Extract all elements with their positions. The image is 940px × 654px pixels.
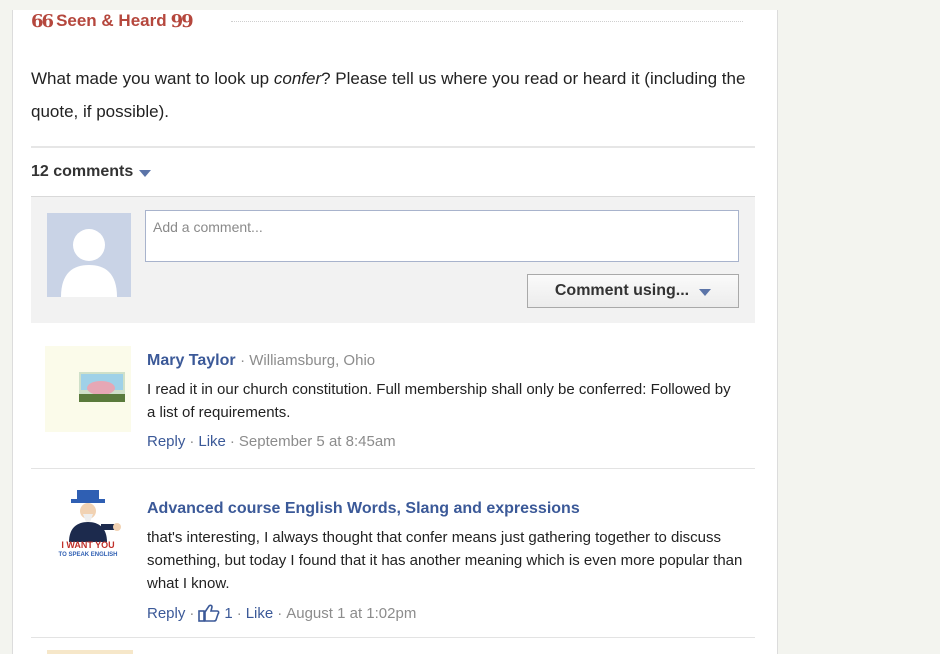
avatar-caption-bottom: TO SPEAK ENGLISH [58,552,118,558]
comments-count-label: 12 comments [31,163,134,180]
avatar [45,346,131,432]
divider [31,637,755,638]
comment-timestamp: August 1 at 1:02pm [286,604,417,622]
divider [31,146,755,148]
chevron-down-icon [699,288,712,296]
close-quote-icon: 99 [170,10,194,32]
comment-input[interactable] [145,210,739,262]
comment-location: Williamsburg, Ohio [249,352,376,369]
avatar: I WANT YOU TO SPEAK ENGLISH [45,484,131,570]
heading-divider [231,21,743,22]
comment-meta: Reply · 1 · Like · August 1 at 1:02pm [147,604,417,622]
comments-panel: 66 Seen & Heard 99 What made you want to… [12,10,778,654]
prompt-word: confer [273,69,322,88]
reply-link[interactable]: Reply [147,605,185,622]
comment-body: Advanced course English Words, Slang and… [147,500,743,622]
comment-timestamp: September 5 at 8:45am [238,433,396,450]
like-link[interactable]: Like [246,605,274,622]
comments-sort-toggle[interactable]: 12 comments [31,163,152,181]
comment-composer: Comment using... [31,197,755,323]
thumbs-up-icon[interactable] [198,604,220,622]
comment-author-link[interactable]: Mary Taylor [147,352,236,369]
open-quote-icon: 66 [31,10,54,32]
comment-using-label: Comment using... [554,282,690,299]
prompt-before: What made you want to look up [31,69,274,88]
prompt-text: What made you want to look up confer? Pl… [31,62,751,128]
avatar-caption-top: I WANT YOU [61,540,115,550]
divider [31,468,755,469]
comment-text: I read it in our church constitution. Fu… [147,381,731,421]
reply-link[interactable]: Reply [147,433,185,450]
next-comment-avatar [47,650,133,654]
section-title: Seen & Heard [56,11,167,30]
default-avatar-icon [47,213,131,297]
chevron-down-icon [139,169,152,177]
comment-text: that's interesting, I always thought tha… [147,529,743,592]
comment-meta: Reply · Like · September 5 at 8:45am [147,433,396,450]
like-count[interactable]: 1 [224,605,232,622]
comment-body: Mary Taylor · Williamsburg, Ohio I read … [147,352,743,450]
section-heading: 66 Seen & Heard 99 [31,10,194,32]
comment-author-link[interactable]: Advanced course English Words, Slang and… [147,500,580,517]
comment-using-button[interactable]: Comment using... [527,274,739,308]
like-link[interactable]: Like [198,433,226,450]
